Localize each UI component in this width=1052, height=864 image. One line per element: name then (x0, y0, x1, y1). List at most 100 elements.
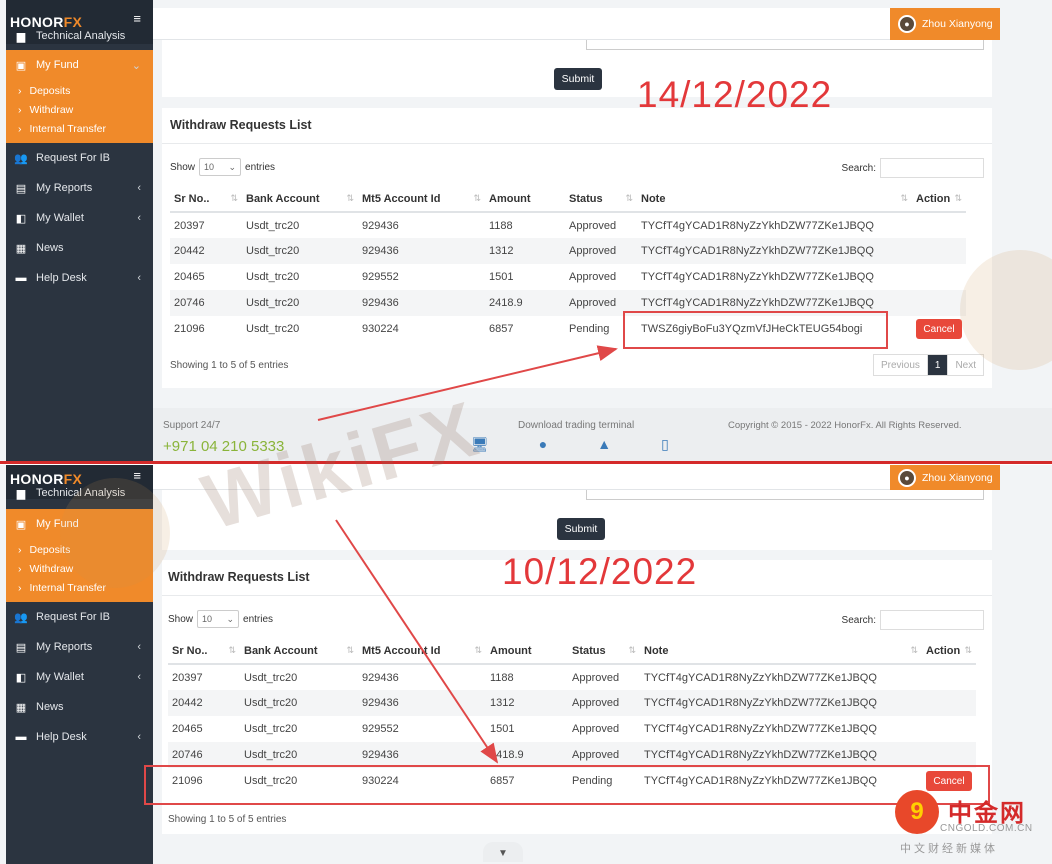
table-row: 20397 Usdt_trc20 929436 1188 Approved TYCfT4g… (168, 664, 976, 690)
page-size-select[interactable]: 10 ⌄ (197, 610, 240, 628)
withdraw-form-card: Submit (162, 40, 992, 97)
sidebar-item-technical-analysis[interactable]: ▆ Technical Analysis (6, 30, 153, 44)
screenshot-top: HONORFX ≡ ▆ Technical Analysis ▣ My Fund ⌄ … (0, 0, 1052, 462)
highlight-top-note (623, 311, 888, 349)
col-mt5-account-id[interactable]: Mt5 Account Id ⇅ (358, 638, 486, 665)
submit-button[interactable]: Submit (557, 518, 605, 540)
sidebar-item-label: My Reports (36, 182, 93, 194)
note-textarea[interactable] (586, 40, 984, 50)
sort-icon: ⇅ (346, 192, 354, 203)
table-cell: Approved (572, 723, 620, 735)
tablet-icon[interactable]: ▯ (661, 436, 669, 453)
hamburger-icon[interactable]: ≡ (133, 469, 141, 482)
apple-icon[interactable]: ● (539, 436, 547, 453)
col-bank-account[interactable]: Bank Account ⇅ (240, 638, 358, 665)
sort-icon: ⇅ (628, 644, 636, 655)
table-cell: 2418.9 (485, 290, 565, 316)
table-cell: 1188 (489, 219, 513, 232)
table-cell: Usdt_trc20 (246, 323, 300, 335)
col-amount[interactable]: Amount (485, 186, 565, 213)
table-row: 20465 Usdt_trc20 929552 1501 Approved TYCfT4g… (168, 716, 976, 742)
scroll-down-icon[interactable]: ▼ (483, 842, 523, 862)
entries-label: entries (243, 613, 274, 625)
sidebar-item-my-fund[interactable]: ▣ My Fund ⌄ (6, 50, 153, 80)
col-status[interactable]: Status ⇅ (565, 186, 637, 213)
page-size-value: 10 (204, 162, 215, 172)
col-sr-no[interactable]: Sr No.. ⇅ (170, 186, 242, 213)
sidebar-item-request-ib[interactable]: 👥 Request For IB (6, 143, 153, 173)
table-cell: TYCfT4gYCAD1R8NyZzYkhDZW77ZKe1JBQQ (637, 238, 912, 264)
highlight-bottom-row (144, 765, 990, 805)
date-annotation-bottom: 10/12/2022 (502, 551, 698, 592)
table-header-row: Sr No.. ⇅ Bank Account ⇅ Mt5 Account Id ⇅ A… (168, 638, 976, 665)
col-amount[interactable]: Amount (486, 638, 568, 665)
table-cell: TYCfT4gYCAD1R8NyZzYkhDZW77ZKe1JBQQ (641, 271, 874, 283)
col-action[interactable]: Action ⇅ (912, 186, 966, 213)
sidebar-item-help-desk[interactable]: ▬ Help Desk ‹ (6, 722, 153, 752)
sidebar-item-news[interactable]: ▦ News (6, 233, 153, 263)
submit-button[interactable]: Submit (554, 68, 602, 90)
search-input[interactable] (880, 610, 984, 630)
fund-icon: ▣ (15, 59, 27, 72)
sidebar-item-request-ib[interactable]: 👥 Request For IB (6, 602, 153, 632)
col-note[interactable]: Note ⇅ (640, 638, 922, 665)
submenu-item-deposits[interactable]: Deposits (6, 82, 153, 101)
table-cell (922, 664, 976, 690)
table-cell: 929436 (362, 219, 399, 232)
col-sr-no[interactable]: Sr No.. ⇅ (168, 638, 240, 665)
sidebar-item-news[interactable]: ▦ News (6, 692, 153, 722)
col-note[interactable]: Note ⇅ (637, 186, 912, 213)
sidebar-item-my-wallet[interactable]: ◧ My Wallet ‹ (6, 662, 153, 692)
col-bank-account[interactable]: Bank Account ⇅ (242, 186, 358, 213)
page-button[interactable]: 1 (927, 355, 949, 375)
sidebar-item-help-desk[interactable]: ▬ Help Desk ‹ (6, 263, 153, 293)
next-button[interactable]: Next (948, 355, 983, 375)
reports-icon: ▤ (15, 641, 27, 654)
sidebar-item-my-wallet[interactable]: ◧ My Wallet ‹ (6, 203, 153, 233)
sidebar-item-my-reports[interactable]: ▤ My Reports ‹ (6, 173, 153, 203)
cngold-tagline: 中文财经新媒体 (900, 843, 998, 855)
col-mt5-account-id[interactable]: Mt5 Account Id ⇅ (358, 186, 485, 213)
download-label: Download trading terminal (518, 420, 635, 431)
submenu-item-withdraw[interactable]: Withdraw (6, 101, 153, 120)
table-cell: 1312 (486, 690, 568, 716)
search-control: Search: (842, 610, 984, 630)
sort-icon: ⇅ (625, 192, 633, 203)
chevron-left-icon: ‹ (137, 641, 141, 653)
table-cell: TYCfT4gYCAD1R8NyZzYkhDZW77ZKe1JBQQ (641, 219, 874, 232)
table-cell: TYCfT4gYCAD1R8NyZzYkhDZW77ZKe1JBQQ (640, 690, 922, 716)
support-label: Support 24/7 (163, 420, 221, 431)
table-cell (922, 716, 976, 742)
table-cell: 929436 (358, 290, 485, 316)
page-size-select[interactable]: 10 ⌄ (199, 158, 242, 176)
note-textarea[interactable] (586, 490, 984, 500)
sort-icon: ⇅ (910, 644, 918, 655)
sort-icon: ⇅ (228, 644, 236, 655)
prev-button[interactable]: Previous (874, 355, 928, 375)
col-action[interactable]: Action ⇅ (922, 638, 976, 665)
table-cell: Usdt_trc20 (244, 723, 298, 735)
table-cell (922, 690, 976, 716)
table-row: 20442 Usdt_trc20 929436 1312 Approved TYCfT4g… (168, 690, 976, 716)
date-annotation-top: 14/12/2022 (637, 74, 833, 115)
table-cell: 20442 (168, 690, 240, 716)
sort-icon: ⇅ (473, 192, 481, 203)
table-cell: Approved (569, 219, 617, 232)
hamburger-icon[interactable]: ≡ (133, 12, 141, 25)
chevron-left-icon: ‹ (137, 182, 141, 194)
android-icon[interactable]: ▲ (597, 436, 611, 453)
search-input[interactable] (880, 158, 984, 178)
col-status[interactable]: Status ⇅ (568, 638, 640, 665)
user-menu[interactable]: ● Zhou Xianyong (890, 8, 1000, 40)
top-bar: ● Zhou Xianyong (153, 8, 1000, 40)
pagination: Previous 1 Next (872, 354, 984, 376)
cancel-button[interactable]: Cancel (916, 319, 962, 339)
submenu-item-internal-transfer[interactable]: Internal Transfer (6, 120, 153, 139)
user-menu[interactable]: ● Zhou Xianyong (890, 465, 1000, 490)
table-cell: 930224 (362, 323, 399, 335)
search-control: Search: (842, 158, 984, 178)
table-info: Showing 1 to 5 of 5 entries (170, 360, 289, 371)
table-row: 20442 Usdt_trc20 929436 1312 Approved TYCfT4g… (170, 238, 966, 264)
chevron-down-icon: ⌄ (226, 613, 235, 624)
sidebar-item-my-reports[interactable]: ▤ My Reports ‹ (6, 632, 153, 662)
